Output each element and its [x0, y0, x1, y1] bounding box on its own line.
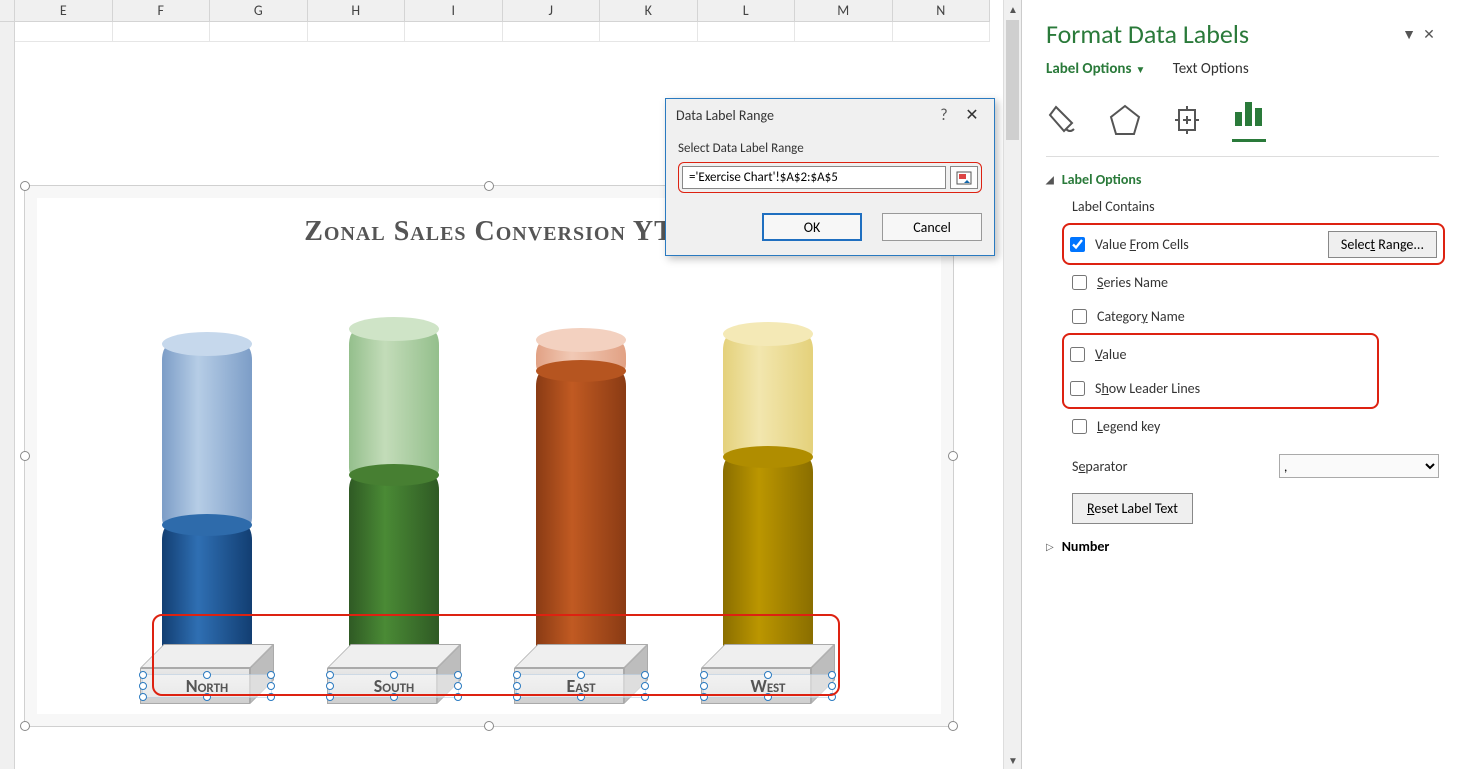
- col-header[interactable]: I: [405, 0, 503, 21]
- checkbox-legend-key[interactable]: [1072, 419, 1087, 434]
- col-header[interactable]: L: [698, 0, 796, 21]
- col-header[interactable]: N: [893, 0, 991, 21]
- col-header[interactable]: M: [795, 0, 893, 21]
- label-series-name: Series Name: [1097, 274, 1439, 291]
- reset-label-text-button[interactable]: Reset Label Text: [1072, 493, 1193, 524]
- dialog-close-button[interactable]: ✕: [958, 105, 986, 125]
- scroll-thumb[interactable]: [1006, 20, 1019, 140]
- label-value-from-cells: Value From Cells: [1095, 236, 1318, 253]
- cancel-button[interactable]: Cancel: [882, 213, 982, 241]
- column-header-row: E F G H I J K L M N: [0, 0, 990, 22]
- pane-title: Format Data Labels: [1046, 18, 1399, 50]
- section-label-options[interactable]: ◢Label Options: [1046, 171, 1439, 188]
- col-header[interactable]: F: [113, 0, 211, 21]
- label-category-name: Category Name: [1097, 308, 1439, 325]
- scroll-down-icon[interactable]: ▼: [1004, 751, 1022, 769]
- checkbox-value-from-cells[interactable]: [1070, 237, 1085, 252]
- label-value: Value: [1095, 346, 1371, 363]
- dialog-help-button[interactable]: ?: [930, 106, 958, 125]
- label-options-icon[interactable]: [1232, 96, 1266, 142]
- checkbox-series-name[interactable]: [1072, 275, 1087, 290]
- vertical-scrollbar[interactable]: ▲ ▼: [1003, 0, 1021, 769]
- pane-options-icon[interactable]: ▼: [1399, 26, 1419, 43]
- data-label[interactable]: South: [329, 674, 459, 698]
- tab-label-options[interactable]: Label Options ▼: [1046, 60, 1145, 78]
- separator-select[interactable]: ,: [1279, 454, 1439, 478]
- format-data-labels-pane: Format Data Labels ▼ ✕ Label Options ▼ T…: [1021, 0, 1457, 769]
- chart-object[interactable]: Zonal Sales Conversion YT North South: [24, 185, 954, 727]
- col-header[interactable]: G: [210, 0, 308, 21]
- select-range-button[interactable]: Select Range...: [1328, 231, 1437, 258]
- data-label[interactable]: East: [516, 674, 646, 698]
- dialog-prompt: Select Data Label Range: [678, 141, 982, 156]
- chart-plot-area[interactable]: Zonal Sales Conversion YT North South: [37, 198, 941, 714]
- col-header[interactable]: E: [15, 0, 113, 21]
- checkbox-category-name[interactable]: [1072, 309, 1087, 324]
- data-label-range-dialog[interactable]: Data Label Range ? ✕ Select Data Label R…: [665, 98, 995, 256]
- effects-icon[interactable]: [1108, 103, 1142, 142]
- section-number[interactable]: ▷Number: [1046, 538, 1439, 555]
- data-label[interactable]: West: [703, 674, 833, 698]
- collapse-dialog-icon[interactable]: [950, 166, 978, 189]
- label-legend-key: Legend key: [1097, 418, 1439, 435]
- col-header[interactable]: H: [308, 0, 406, 21]
- fill-line-icon[interactable]: [1046, 103, 1080, 142]
- range-input[interactable]: [682, 166, 946, 189]
- label-leader-lines: Show Leader Lines: [1095, 380, 1371, 397]
- label-separator: Separator: [1072, 458, 1269, 475]
- col-header[interactable]: K: [600, 0, 698, 21]
- size-props-icon[interactable]: [1170, 103, 1204, 142]
- col-header[interactable]: J: [503, 0, 601, 21]
- data-label[interactable]: North: [142, 674, 272, 698]
- checkbox-value[interactable]: [1070, 347, 1085, 362]
- scroll-up-icon[interactable]: ▲: [1004, 0, 1022, 18]
- row-header-gutter: [0, 22, 15, 769]
- pane-close-icon[interactable]: ✕: [1419, 26, 1439, 43]
- checkbox-leader-lines[interactable]: [1070, 381, 1085, 396]
- dialog-title: Data Label Range: [676, 107, 930, 124]
- tab-text-options[interactable]: Text Options: [1173, 60, 1249, 78]
- ok-button[interactable]: OK: [762, 213, 862, 241]
- label-contains-heading: Label Contains: [1072, 198, 1439, 215]
